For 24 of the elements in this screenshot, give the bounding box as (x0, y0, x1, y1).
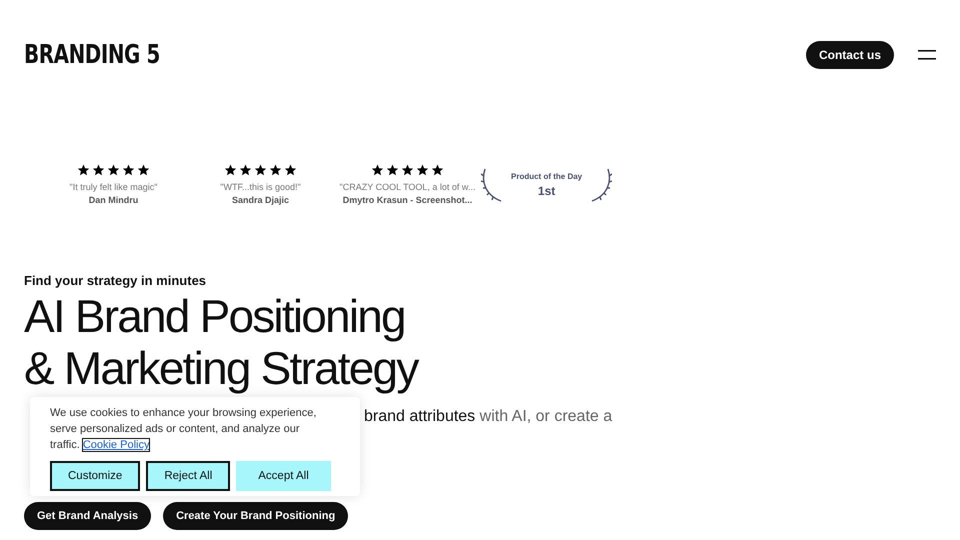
hero-title: & Marketing Strategy (24, 342, 418, 394)
cta-button[interactable]: Get Brand Analysis (24, 502, 152, 530)
review-quote: "It truly felt like magic" (70, 182, 158, 192)
logo[interactable]: BRANDING 5 (24, 40, 160, 70)
cookie-button[interactable]: Reject All (146, 461, 230, 491)
cta-button[interactable]: Create Your Brand Positioning (163, 502, 348, 530)
cookie-button[interactable]: Customize (50, 461, 140, 491)
laurel-icon (590, 166, 612, 202)
paragraph-text: brand attributes with AI, or create a (364, 407, 612, 427)
review-quote: "WTF...this is good!" (220, 182, 301, 192)
award-label: Product of the Day (511, 172, 582, 180)
laurel-icon (481, 166, 503, 202)
award-rank: 1st (538, 184, 556, 198)
tagline: Find your strategy in minutes (24, 273, 206, 288)
cookie-button[interactable]: Accept All (236, 461, 331, 491)
review-quote: "CRAZY COOL TOOL, a lot of w... (340, 182, 476, 192)
contact-button[interactable]: Contact us (806, 41, 894, 69)
menu-icon[interactable] (918, 50, 936, 60)
cookie-policy-link[interactable]: Cookie Policy (82, 439, 150, 451)
cookie-text: We use cookies to enhance your browsing experience, serve personalized ads or content, and analyze our traffic. Cookie Policy (50, 406, 318, 453)
review-author: Dmytro Krasun - Screenshot... (342, 195, 472, 205)
review-author: Dan Mindru (88, 195, 138, 205)
review-author: Sandra Djajic (232, 195, 290, 205)
hero-title: AI Brand Positioning (24, 290, 405, 342)
